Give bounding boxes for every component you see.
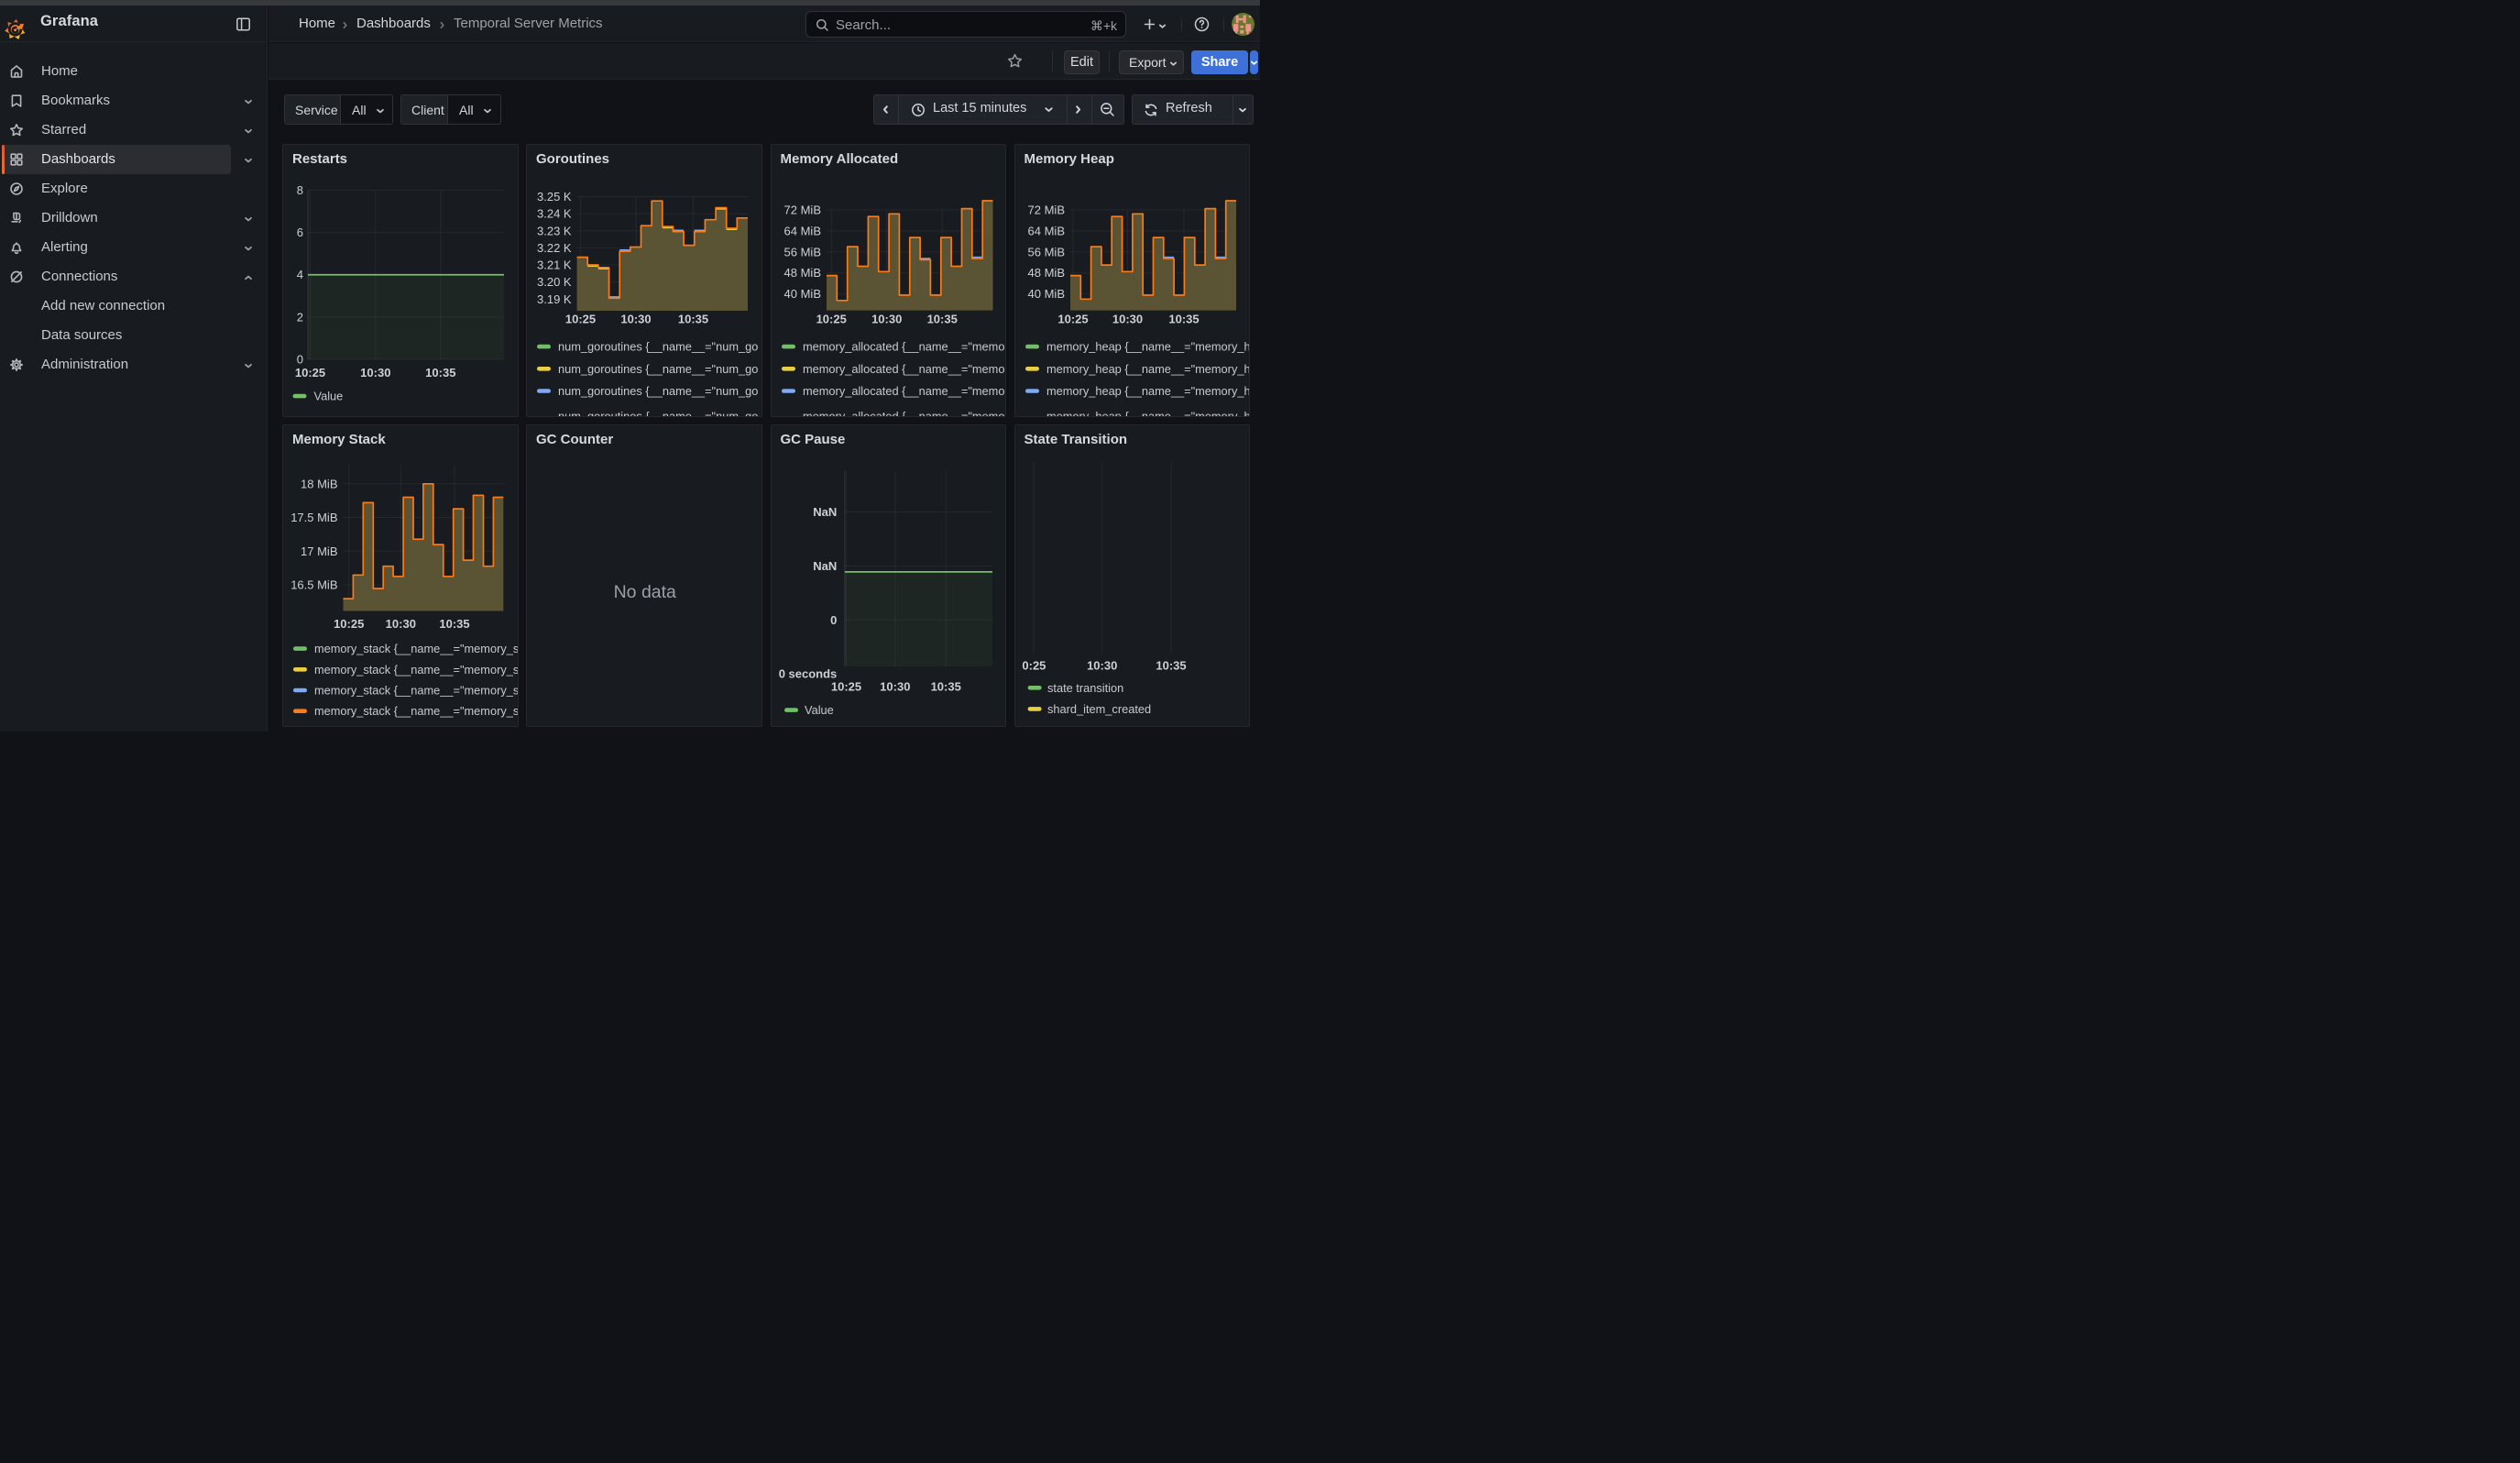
svg-text:memory_stack {__name__="memory: memory_stack {__name__="memory_s [314,642,519,655]
svg-text:Value: Value [805,703,834,717]
svg-text:10:35: 10:35 [1156,658,1186,672]
svg-text:10:25: 10:25 [830,679,860,693]
svg-text:10:35: 10:35 [678,312,708,325]
svg-text:memory_heap {__name__="memory_: memory_heap {__name__="memory_h [1046,362,1251,376]
svg-text:shard_item_created: shard_item_created [1047,701,1151,715]
svg-text:memory_allocated {__name__="me: memory_allocated {__name__="memo [803,362,1004,376]
svg-text:num_goroutines {__name__="num_: num_goroutines {__name__="num_go [558,362,758,376]
svg-text:18 MiB: 18 MiB [301,477,337,490]
svg-text:8: 8 [297,183,303,197]
svg-text:3.23 K: 3.23 K [537,224,572,237]
svg-text:NaN: NaN [813,558,837,572]
svg-text:72 MiB: 72 MiB [783,204,820,217]
svg-text:3.25 K: 3.25 K [537,190,572,204]
svg-text:10:25: 10:25 [1057,312,1088,325]
svg-text:num_goroutines {__name__="num_: num_goroutines {__name__="num_go [558,384,758,398]
svg-text:10:30: 10:30 [620,312,651,325]
svg-text:memory_allocated {__name__="me: memory_allocated {__name__="memo [803,384,1004,398]
svg-text:memory_stack {__name__="memory: memory_stack {__name__="memory_s [314,683,519,697]
svg-text:No data: No data [614,582,676,602]
svg-text:10:25: 10:25 [295,366,325,380]
svg-text:10:35: 10:35 [439,617,469,631]
svg-text:2: 2 [297,310,303,324]
svg-text:64 MiB: 64 MiB [1027,224,1064,237]
svg-text:40 MiB: 40 MiB [1027,287,1064,301]
svg-text:40 MiB: 40 MiB [783,287,820,301]
svg-text:0:25: 0:25 [1022,658,1046,672]
svg-text:3.22 K: 3.22 K [537,241,572,255]
svg-text:Value: Value [314,390,344,403]
svg-text:10:25: 10:25 [816,312,846,325]
svg-text:48 MiB: 48 MiB [783,266,820,280]
svg-text:10:30: 10:30 [1087,658,1117,672]
svg-text:0 seconds: 0 seconds [778,666,837,680]
svg-text:memory_heap {__name__="memory_: memory_heap {__name__="memory_h [1046,384,1251,398]
svg-text:memory_stack {__name__="memory: memory_stack {__name__="memory_s [314,662,519,676]
svg-text:num_goroutines {__name__="num_: num_goroutines {__name__="num_go [558,410,758,417]
svg-text:10:25: 10:25 [334,617,364,631]
svg-text:0: 0 [830,612,837,626]
svg-text:num_goroutines {__name__="num_: num_goroutines {__name__="num_go [558,340,758,354]
svg-text:10:30: 10:30 [871,312,902,325]
svg-text:4: 4 [297,268,303,281]
svg-text:3.20 K: 3.20 K [537,275,572,289]
svg-text:memory_stack {__name__="memory: memory_stack {__name__="memory_s [314,704,519,718]
svg-text:10:35: 10:35 [930,679,960,693]
svg-text:48 MiB: 48 MiB [1027,266,1064,280]
svg-text:3.21 K: 3.21 K [537,258,572,272]
svg-text:10:35: 10:35 [1168,312,1199,325]
svg-text:16.5 MiB: 16.5 MiB [290,578,337,591]
svg-text:56 MiB: 56 MiB [783,245,820,258]
svg-text:6: 6 [297,226,303,239]
svg-text:memory_heap {__name__="memory_: memory_heap {__name__="memory_h [1046,410,1251,417]
svg-text:10:35: 10:35 [926,312,957,325]
svg-text:state transition: state transition [1047,680,1123,694]
svg-text:3.24 K: 3.24 K [537,207,572,221]
svg-text:72 MiB: 72 MiB [1027,204,1064,217]
svg-text:10:30: 10:30 [1112,312,1142,325]
svg-text:10:25: 10:25 [565,312,596,325]
svg-text:17 MiB: 17 MiB [301,544,337,557]
svg-text:64 MiB: 64 MiB [783,224,820,237]
svg-text:memory_allocated {__name__="me: memory_allocated {__name__="memo [803,410,1004,417]
svg-text:NaN: NaN [813,505,837,519]
svg-text:10:30: 10:30 [880,679,910,693]
svg-text:56 MiB: 56 MiB [1027,245,1064,258]
svg-text:memory_heap {__name__="memory_: memory_heap {__name__="memory_h [1046,340,1251,354]
svg-text:0: 0 [297,353,303,367]
svg-text:10:35: 10:35 [425,366,455,380]
svg-text:10:30: 10:30 [386,617,416,631]
svg-text:10:30: 10:30 [360,366,390,380]
svg-text:3.19 K: 3.19 K [537,292,572,306]
svg-text:17.5 MiB: 17.5 MiB [290,511,337,524]
svg-text:memory_allocated {__name__="me: memory_allocated {__name__="memo [803,340,1004,354]
